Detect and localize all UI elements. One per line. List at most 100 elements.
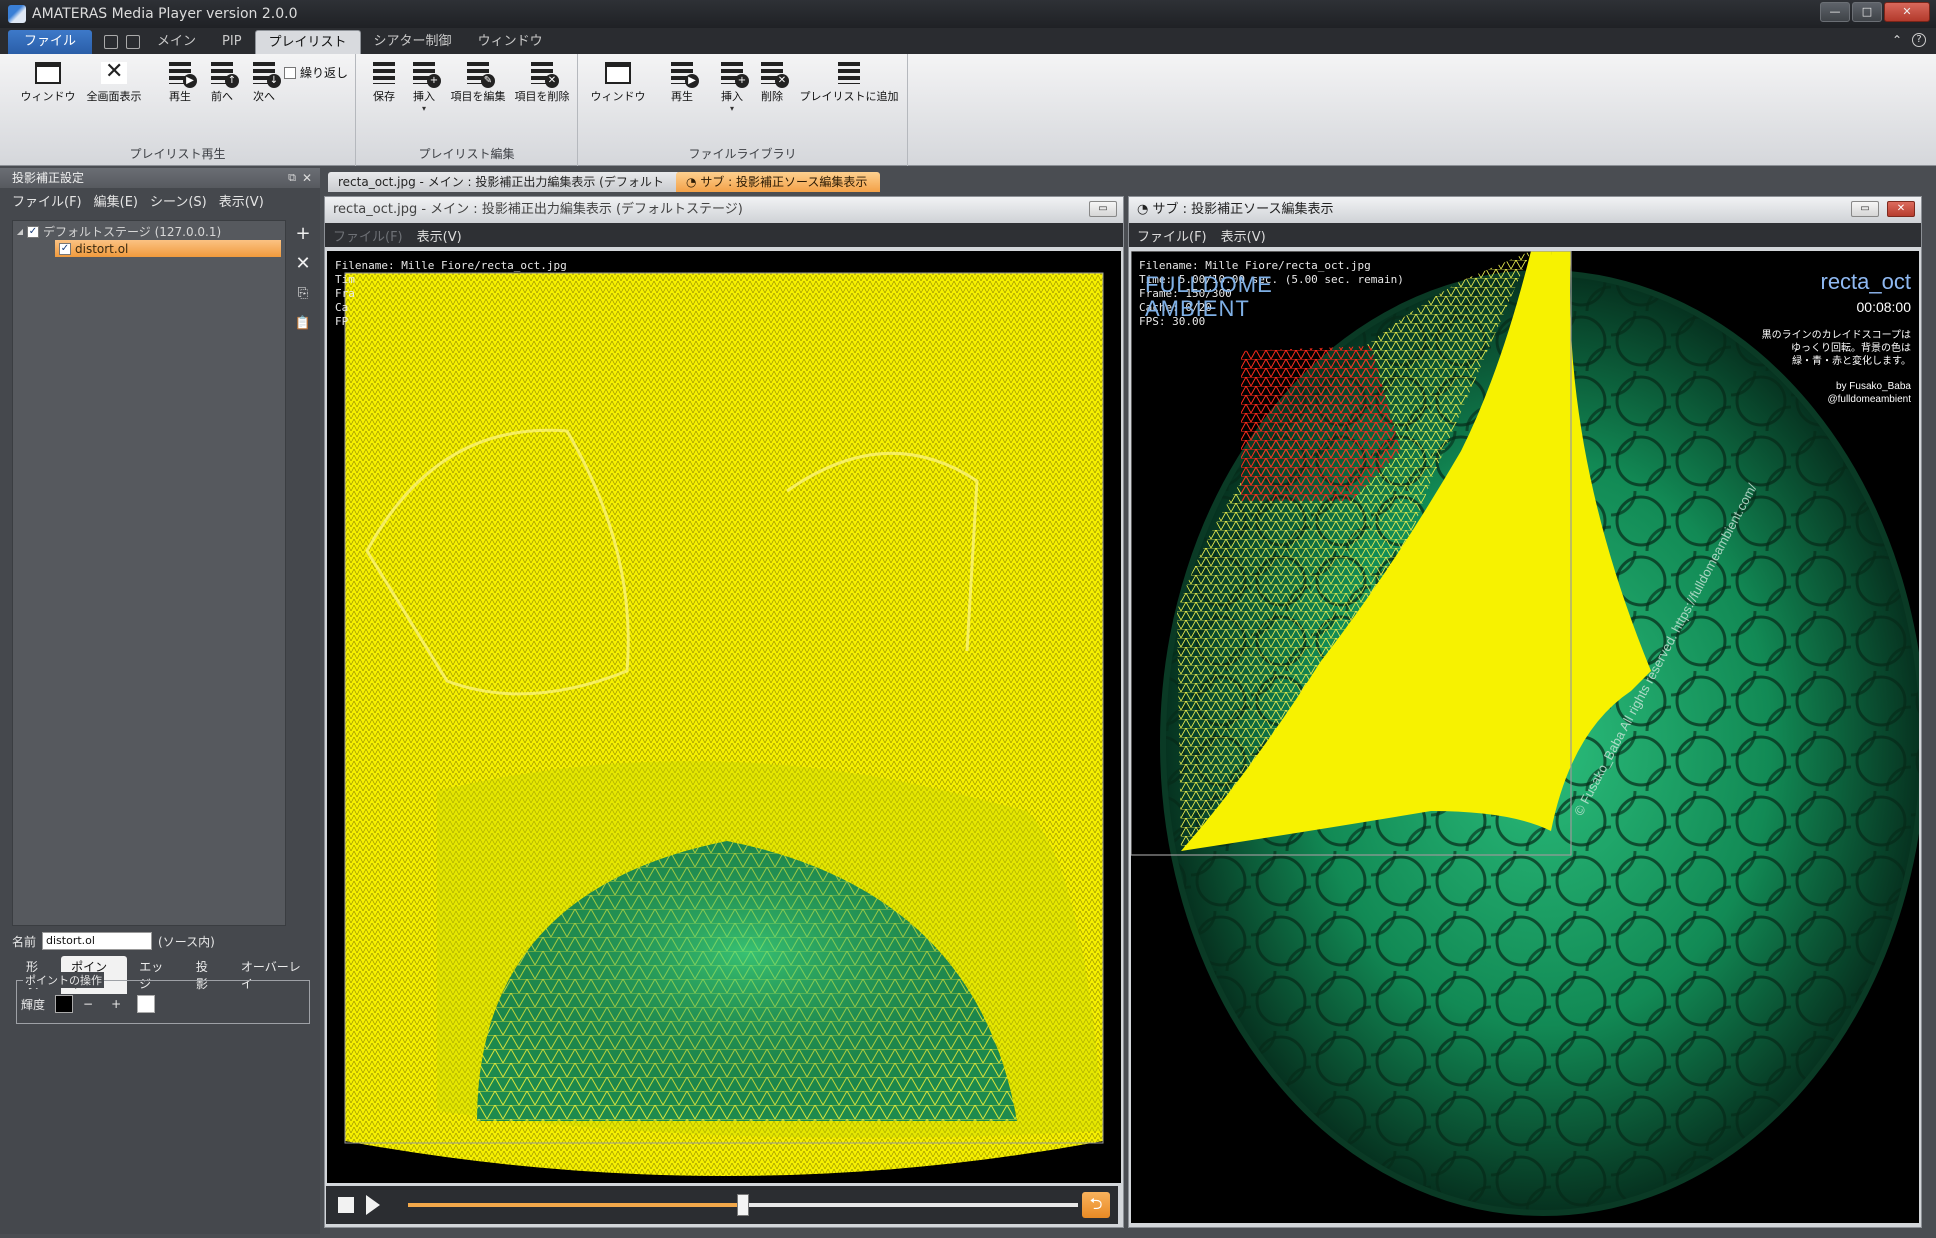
library-delete-icon: ✕ <box>761 62 789 88</box>
library-window-button[interactable]: ウィンドウ <box>588 62 648 104</box>
seek-thumb[interactable] <box>737 1194 749 1216</box>
sub-source-canvas[interactable]: Filename: Mille Fiore/recta_oct.jpg Time… <box>1131 251 1919 1223</box>
stage-checkbox[interactable]: ✓ <box>27 225 39 238</box>
repeat-check-box[interactable] <box>284 66 296 79</box>
close-button[interactable]: ✕ <box>1884 2 1930 22</box>
tree-item-default-stage[interactable]: ◢ ✓ デフォルトステージ (127.0.0.1) <box>13 223 285 240</box>
tab-pip[interactable]: PIP <box>209 30 255 54</box>
main-menu-view[interactable]: 表示(V) <box>417 226 462 245</box>
main-menu-file[interactable]: ファイル(F) <box>333 226 403 245</box>
panel-menu-bar: ファイル(F) 編集(E) シーン(S) 表示(V) <box>0 188 320 212</box>
dark-swatch[interactable] <box>55 995 74 1013</box>
tab-file[interactable]: ファイル <box>8 30 92 54</box>
main-output-view: recta_oct.jpg - メイン : 投影補正出力編集表示 (デフォルトス… <box>324 196 1124 1228</box>
ribbon: ウィンドウ 全画面表示 ▶ 再生 ↑ 前へ ↓ 次へ 繰り返し プレイリスト再生… <box>0 54 1936 166</box>
tree-tools: + ✕ ⎘ 📋 <box>292 224 314 334</box>
next-button[interactable]: ↓ 次へ <box>248 62 281 104</box>
stop-icon[interactable] <box>338 1197 354 1213</box>
add-to-playlist-button[interactable]: プレイリストに追加 <box>796 62 902 104</box>
tree-expand-icon[interactable]: ◢ <box>13 227 27 236</box>
tab-main-output[interactable]: recta_oct.jpg - メイン : 投影補正出力編集表示 (デフォルトス… <box>328 172 680 209</box>
delete-icon[interactable]: ✕ <box>295 254 310 274</box>
light-swatch[interactable] <box>137 995 156 1013</box>
luminance-row: 輝度 − + <box>21 995 156 1013</box>
distort-checkbox[interactable]: ✓ <box>59 242 71 255</box>
decrease-button[interactable]: − <box>83 997 93 1011</box>
minimize-button[interactable]: — <box>1820 2 1850 22</box>
group-playlist-edit: 保存 + 挿入 ▾ ✎ 項目を編集 ✕ 項目を削除 プレイリスト編集 <box>356 54 578 166</box>
maximize-button[interactable]: □ <box>1852 2 1882 22</box>
library-play-button[interactable]: ▶ 再生 <box>666 62 699 104</box>
work-credit: by Fusako_Baba @fulldomeambient <box>1827 381 1911 405</box>
repeat-checkbox[interactable]: 繰り返し <box>284 64 348 81</box>
insert-button[interactable]: + 挿入 ▾ <box>408 62 441 113</box>
tab-main[interactable]: メイン <box>144 30 209 54</box>
playlist-play-icon: ▶ <box>169 62 197 88</box>
chevron-down-icon: ▾ <box>729 104 734 113</box>
pin-icon[interactable]: ⧉ <box>288 168 296 188</box>
increase-button[interactable]: + <box>111 997 121 1011</box>
name-label: 名前 <box>12 934 37 949</box>
work-title: recta_oct <box>1820 269 1912 294</box>
play-button[interactable]: ▶ 再生 <box>164 62 197 104</box>
close-view-button[interactable]: ✕ <box>1887 201 1915 217</box>
previous-button[interactable]: ↑ 前へ <box>206 62 239 104</box>
copy-icon[interactable]: ⎘ <box>298 284 308 304</box>
sub-menu-file[interactable]: ファイル(F) <box>1137 226 1207 245</box>
main-view-header: recta_oct.jpg - メイン : 投影補正出力編集表示 (デフォルトス… <box>325 197 1123 223</box>
tab-playlist[interactable]: プレイリスト <box>254 30 361 54</box>
window-icon <box>605 62 631 84</box>
sub-menu-view[interactable]: 表示(V) <box>1221 226 1266 245</box>
main-info-overlay: Filename: Mille Fiore/recta_oct.jpg Tim … <box>335 259 567 328</box>
seek-bar[interactable] <box>408 1194 1078 1216</box>
panel-title-bar: 投影補正設定 ⧉ ✕ <box>0 168 320 188</box>
work-description: 黒のラインのカレイドスコープは ゆっくり回転。背景の色は 緑・青・赤と変化します… <box>1761 330 1911 367</box>
close-panel-icon[interactable]: ✕ <box>302 168 312 188</box>
menu-scene[interactable]: シーン(S) <box>150 191 207 210</box>
save-button[interactable]: 保存 <box>368 62 400 104</box>
main-output-canvas[interactable]: Filename: Mille Fiore/recta_oct.jpg Tim … <box>327 251 1121 1183</box>
collapse-ribbon-icon[interactable]: ⌃ <box>1892 33 1902 47</box>
group-label-playlist-play: プレイリスト再生 <box>129 147 226 161</box>
playlist-previous-icon: ↑ <box>211 62 239 88</box>
luminance-label: 輝度 <box>21 997 46 1012</box>
help-icon[interactable]: ? <box>1912 33 1926 47</box>
paste-icon[interactable]: 📋 <box>295 314 311 334</box>
work-info: recta_oct 00:08:00 黒のラインのカレイドスコープは ゆっくり回… <box>1762 269 1911 406</box>
delete-item-button[interactable]: ✕ 項目を削除 <box>512 62 572 104</box>
menu-edit[interactable]: 編集(E) <box>94 191 138 210</box>
new-file-icon[interactable] <box>104 35 118 49</box>
tab-window[interactable]: ウィンドウ <box>465 30 556 54</box>
edit-item-button[interactable]: ✎ 項目を編集 <box>448 62 508 104</box>
name-field[interactable]: distort.ol <box>42 932 153 950</box>
library-insert-button[interactable]: + 挿入 ▾ <box>716 62 749 113</box>
group-playlist-play: ウィンドウ 全画面表示 ▶ 再生 ↑ 前へ ↓ 次へ 繰り返し プレイリスト再生 <box>0 54 356 166</box>
group-label-file-library: ファイルライブラリ <box>688 147 797 161</box>
add-icon[interactable]: + <box>295 224 310 244</box>
loop-icon[interactable]: ⮌ <box>1082 1192 1110 1218</box>
name-source: (ソース内) <box>158 934 215 949</box>
fullscreen-button[interactable]: 全画面表示 <box>82 59 146 104</box>
tree-item-distort[interactable]: ✓ distort.ol <box>55 240 281 257</box>
tab-sub-source[interactable]: ◔ サブ : 投影補正ソース編集表示 <box>676 172 880 192</box>
sub-view-header: ◔ サブ : 投影補正ソース編集表示 ▭ ✕ <box>1129 197 1921 223</box>
window-title: AMATERAS Media Player version 2.0.0 <box>32 6 298 22</box>
restore-view-button[interactable]: ▭ <box>1851 201 1879 217</box>
play-icon[interactable] <box>366 1195 380 1215</box>
stage-tree[interactable]: ◢ ✓ デフォルトステージ (127.0.0.1) ✓ distort.ol <box>12 220 286 926</box>
menu-file[interactable]: ファイル(F) <box>12 191 82 210</box>
group-label-playlist-edit: プレイリスト編集 <box>418 147 515 161</box>
document-tabs: recta_oct.jpg - メイン : 投影補正出力編集表示 (デフォルトス… <box>322 168 1936 209</box>
brand-logo: FULLDOME AMBIENT <box>1145 272 1273 321</box>
chevron-down-icon: ▾ <box>421 104 426 113</box>
window-button[interactable]: ウィンドウ <box>18 62 78 104</box>
library-delete-button[interactable]: ✕ 削除 <box>756 62 789 104</box>
seek-progress <box>408 1203 743 1207</box>
restore-view-button[interactable]: ▭ <box>1089 201 1117 217</box>
menu-view[interactable]: 表示(V) <box>219 191 264 210</box>
delete-item-icon: ✕ <box>531 62 559 88</box>
tab-theater-control[interactable]: シアター制御 <box>361 30 465 54</box>
save-icon[interactable] <box>126 35 140 49</box>
work-duration: 00:08:00 <box>1856 299 1912 315</box>
group-file-library: ウィンドウ ▶ 再生 + 挿入 ▾ ✕ 削除 プレイリストに追加 ファイルライブ… <box>578 54 908 166</box>
